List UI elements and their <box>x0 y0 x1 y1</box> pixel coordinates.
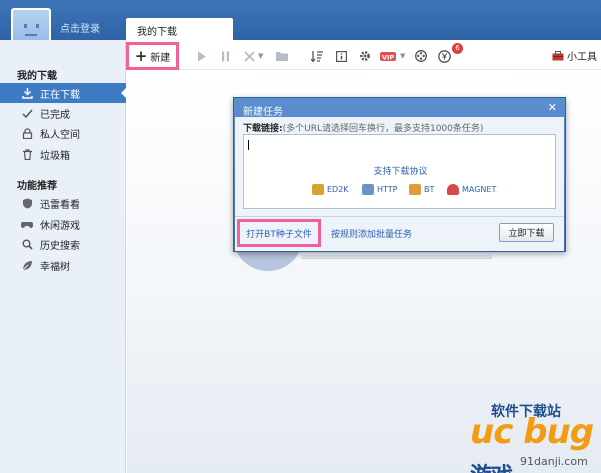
watermark-site: 91danji.com <box>520 455 588 468</box>
toolbox-icon <box>552 50 564 61</box>
bt-icon <box>409 184 421 195</box>
sort-icon[interactable] <box>311 48 323 64</box>
sidebar-item-history-search[interactable]: 历史搜索 <box>0 234 126 254</box>
watermark-logo: 软件下载站 uc bug游戏 91danji.com <box>465 398 601 473</box>
plus-icon: + <box>134 47 148 65</box>
sidebar-item-label: 幸福树 <box>40 261 70 273</box>
notification-badge: 6 <box>452 43 463 54</box>
search-icon <box>21 238 33 250</box>
protocol-ed2k: ED2K <box>312 184 349 195</box>
watermark-brand-cn: 游戏 <box>470 464 513 473</box>
start-icon[interactable] <box>197 48 207 64</box>
ed2k-icon <box>312 184 324 195</box>
protocol-label: MAGNET <box>462 185 497 194</box>
download-now-button[interactable]: 立即下载 <box>499 223 554 242</box>
vip-icon[interactable]: VIP <box>380 48 396 64</box>
vip-label: VIP <box>382 53 394 61</box>
sidebar-item-xunlei-kankan[interactable]: 迅雷看看 <box>0 193 126 213</box>
sidebar-item-happy-tree[interactable]: 幸福树 <box>0 255 126 275</box>
protocols-title: 支持下载协议 <box>373 167 428 177</box>
gear-icon[interactable] <box>359 48 371 64</box>
trash-icon <box>21 148 33 160</box>
tools-label: 小工具 <box>567 52 597 63</box>
new-task-label: 新建 <box>150 52 171 64</box>
sidebar-item-label: 休闲游戏 <box>40 220 80 232</box>
download-icon <box>21 87 33 99</box>
new-task-button[interactable]: + 新建 <box>126 42 179 70</box>
shield-icon <box>21 197 33 209</box>
protocol-magnet: MAGNET <box>447 184 496 195</box>
lock-icon <box>21 127 33 139</box>
coin-icon[interactable] <box>438 48 451 64</box>
toolbar: + 新建 ▼ VIP ▼ 6 小工具 <box>126 42 601 70</box>
sidebar-item-private-space[interactable]: 私人空间 <box>0 123 126 143</box>
check-icon <box>21 107 33 119</box>
avatar-mouth <box>25 34 37 36</box>
chevron-down-icon[interactable]: ▼ <box>400 48 405 64</box>
link-label-text: 下载链接: <box>243 124 283 134</box>
url-input[interactable]: 支持下载协议 ED2K HTTP BT MAGNET <box>243 134 556 209</box>
watermark-brand-text: uc bug <box>470 412 594 452</box>
avatar-eye <box>36 24 39 28</box>
close-icon[interactable]: ✕ <box>548 101 557 114</box>
sidebar-item-completed[interactable]: 已完成 <box>0 103 126 123</box>
tab-my-downloads[interactable]: 我的下载 <box>126 18 233 42</box>
link-hint: (多个URL请选择回车换行，最多支持1000条任务) <box>282 124 484 134</box>
avatar-eye <box>24 24 27 28</box>
dialog-body: 下载链接:(多个URL请选择回车换行，最多支持1000条任务) 支持下载协议 E… <box>235 117 564 251</box>
sidebar-section-features: 功能推荐 <box>17 181 57 192</box>
sidebar-item-label: 已完成 <box>40 109 70 121</box>
protocol-http: HTTP <box>362 184 397 195</box>
sidebar-item-label: 迅雷看看 <box>40 199 80 211</box>
protocol-label: ED2K <box>327 185 349 194</box>
sidebar: 我的下载 正在下载 已完成 私人空间 垃圾箱 功能推荐 迅雷看看 休闲游戏 历史… <box>0 40 127 473</box>
protocol-bt: BT <box>409 184 434 195</box>
protocol-label: HTTP <box>377 185 398 194</box>
sidebar-item-trash[interactable]: 垃圾箱 <box>0 144 126 164</box>
info-icon[interactable] <box>336 48 347 64</box>
sidebar-item-label: 私人空间 <box>40 129 80 141</box>
link-label: 下载链接:(多个URL请选择回车换行，最多支持1000条任务) <box>243 121 483 134</box>
login-link[interactable]: 点击登录 <box>60 20 100 35</box>
dialog-divider <box>235 216 564 217</box>
chevron-down-icon[interactable]: ▼ <box>258 48 263 64</box>
pause-icon[interactable] <box>221 48 230 64</box>
gamepad-icon <box>21 218 33 230</box>
open-bt-torrent-link[interactable]: 打开BT种子文件 <box>237 219 321 247</box>
sidebar-item-downloading[interactable]: 正在下载 <box>0 83 127 103</box>
sidebar-section-my-downloads: 我的下载 <box>17 71 57 82</box>
tools-button[interactable]: 小工具 <box>552 48 597 63</box>
magnet-icon <box>447 184 459 195</box>
sidebar-item-casual-games[interactable]: 休闲游戏 <box>0 214 126 234</box>
dialog-title: 新建任务 <box>243 107 283 118</box>
sidebar-item-label: 正在下载 <box>40 89 80 101</box>
delete-icon[interactable] <box>244 48 255 64</box>
film-reel-icon[interactable] <box>415 48 427 64</box>
leaf-icon <box>21 259 33 271</box>
text-caret <box>248 140 249 150</box>
add-batch-tasks-link[interactable]: 按规则添加批量任务 <box>331 227 412 240</box>
folder-icon[interactable] <box>276 48 288 64</box>
http-icon <box>362 184 374 195</box>
sidebar-item-label: 历史搜索 <box>40 240 80 252</box>
protocol-label: BT <box>424 185 435 194</box>
sidebar-item-label: 垃圾箱 <box>40 150 70 162</box>
empty-state-shadow <box>302 255 492 259</box>
new-task-dialog: 新建任务 ✕ 下载链接:(多个URL请选择回车换行，最多支持1000条任务) 支… <box>233 97 566 252</box>
